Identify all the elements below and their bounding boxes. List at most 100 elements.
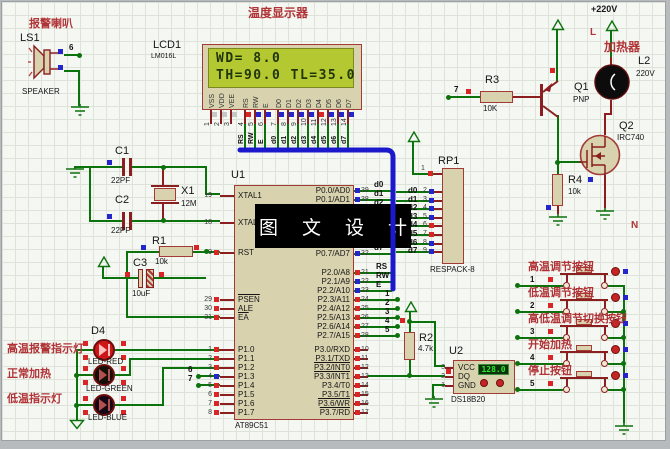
mcu-part: AT89C51 [235, 421, 269, 430]
state-indicator [279, 112, 284, 117]
mcu-pin: P0.7/AD7 32 d7 [316, 243, 392, 258]
pin-stub [220, 394, 234, 396]
state-indicator [141, 245, 146, 250]
cap-c3-plate [138, 269, 143, 288]
junction-dot [621, 335, 626, 340]
state-indicator [355, 288, 360, 293]
button-cn-label: 开始加热 [528, 339, 572, 351]
resistor-r1 [159, 246, 193, 257]
mosfet-q2-icon [579, 134, 621, 176]
button-cap[interactable] [576, 345, 592, 351]
button-lead [604, 327, 606, 334]
power-arrow-icon [404, 301, 418, 313]
sensor-increment-button[interactable] [480, 379, 488, 387]
state-indicator [83, 396, 88, 401]
button-plate [560, 273, 608, 275]
u2-ref: U2 [449, 345, 464, 357]
state-indicator [548, 381, 553, 386]
u2-part: DS18B20 [451, 395, 486, 404]
button-lead [566, 353, 568, 360]
wire [76, 349, 78, 421]
state-indicator [429, 214, 434, 220]
pin-stub [220, 367, 234, 369]
button-lead [566, 327, 568, 334]
wire [448, 96, 480, 98]
wire [518, 389, 563, 391]
led-group-ref: D4 [91, 325, 106, 337]
sensor-decrement-button[interactable] [496, 379, 504, 387]
r4-value: 10k [568, 187, 581, 196]
line-label: L [590, 27, 597, 38]
r4-ref: R4 [568, 174, 583, 186]
wire [129, 358, 131, 376]
state-indicator [329, 112, 334, 117]
state-indicator [429, 249, 434, 255]
c1-value: 22PF [111, 176, 131, 185]
junction-dot [446, 95, 451, 100]
neutral-label: N [631, 220, 639, 231]
state-indicator [349, 112, 354, 117]
button-terminal [601, 386, 608, 393]
wire [115, 404, 164, 406]
state-indicator [548, 355, 553, 360]
pin-stub [220, 317, 234, 319]
power-arrow-icon [97, 256, 111, 268]
state-indicator [355, 324, 360, 329]
c2-value: 22PF [111, 226, 131, 235]
button-cn-label: 高低温调节切换按钮 [528, 313, 627, 325]
led-green-icon [93, 364, 115, 386]
net-label: 7 [188, 374, 193, 383]
junction-dot [395, 306, 400, 311]
state-indicator [212, 112, 217, 117]
button-lead [566, 379, 568, 386]
cap-c3-plate-polarized [146, 269, 154, 288]
lcd-part: LM016L [151, 53, 177, 60]
wire [89, 166, 91, 222]
q1-ref: Q1 [574, 81, 589, 93]
state-indicator [58, 49, 63, 54]
mcu-pin: P3.2/INT0 12 [313, 363, 369, 372]
heater-cn-label: 加热器 [604, 40, 641, 54]
resistor-r3 [480, 91, 513, 103]
pin-stub [434, 208, 442, 211]
button-cn-label: 停止按钮 [528, 365, 572, 377]
wire [154, 277, 206, 279]
state-indicator [214, 374, 219, 379]
junction-dot [515, 335, 520, 340]
sensor-temp-display: 128.0 [478, 364, 509, 375]
c2-ref: C2 [115, 194, 130, 206]
ground-icon [615, 423, 633, 435]
power-arrow-icon [551, 19, 565, 31]
schematic-canvas: 报警喇叭 LS1 SPEAKER 6 温度显示器 LCD1 LM016L WD=… [0, 0, 670, 449]
button-cap[interactable] [576, 371, 592, 377]
pin-stub [445, 385, 453, 387]
junction-dot [515, 361, 520, 366]
button-actuator-icon[interactable] [611, 267, 620, 276]
button-actuator-icon[interactable] [611, 293, 620, 302]
state-indicator [309, 112, 314, 117]
pin-stub [434, 251, 442, 254]
button-lead [566, 275, 568, 282]
pin-stub [220, 385, 234, 387]
state-indicator [588, 177, 593, 182]
button-cn-label: 低温调节按钮 [528, 287, 594, 299]
state-indicator [355, 383, 360, 388]
button-terminal [601, 282, 608, 289]
state-indicator [222, 112, 227, 117]
button-actuator-icon[interactable] [611, 345, 620, 354]
state-indicator [400, 318, 405, 323]
state-indicator [214, 306, 219, 311]
mcu-pin: 8 P1.7 [208, 408, 255, 417]
speaker-ref: LS1 [20, 32, 40, 44]
led3-cn-label: 低温指示灯 [7, 393, 62, 405]
state-indicator [623, 321, 628, 326]
state-indicator [355, 315, 360, 320]
x1-ref: X1 [181, 185, 195, 197]
button-actuator-icon[interactable] [611, 371, 620, 380]
state-indicator [107, 160, 112, 165]
rp1-pin1-number: 1 [421, 165, 425, 172]
mcu-pin: P0.1/AD1 38 d1 [316, 189, 392, 204]
pin-stub [434, 225, 442, 228]
x1-value: 12M [181, 199, 197, 208]
junction-dot [196, 383, 201, 388]
